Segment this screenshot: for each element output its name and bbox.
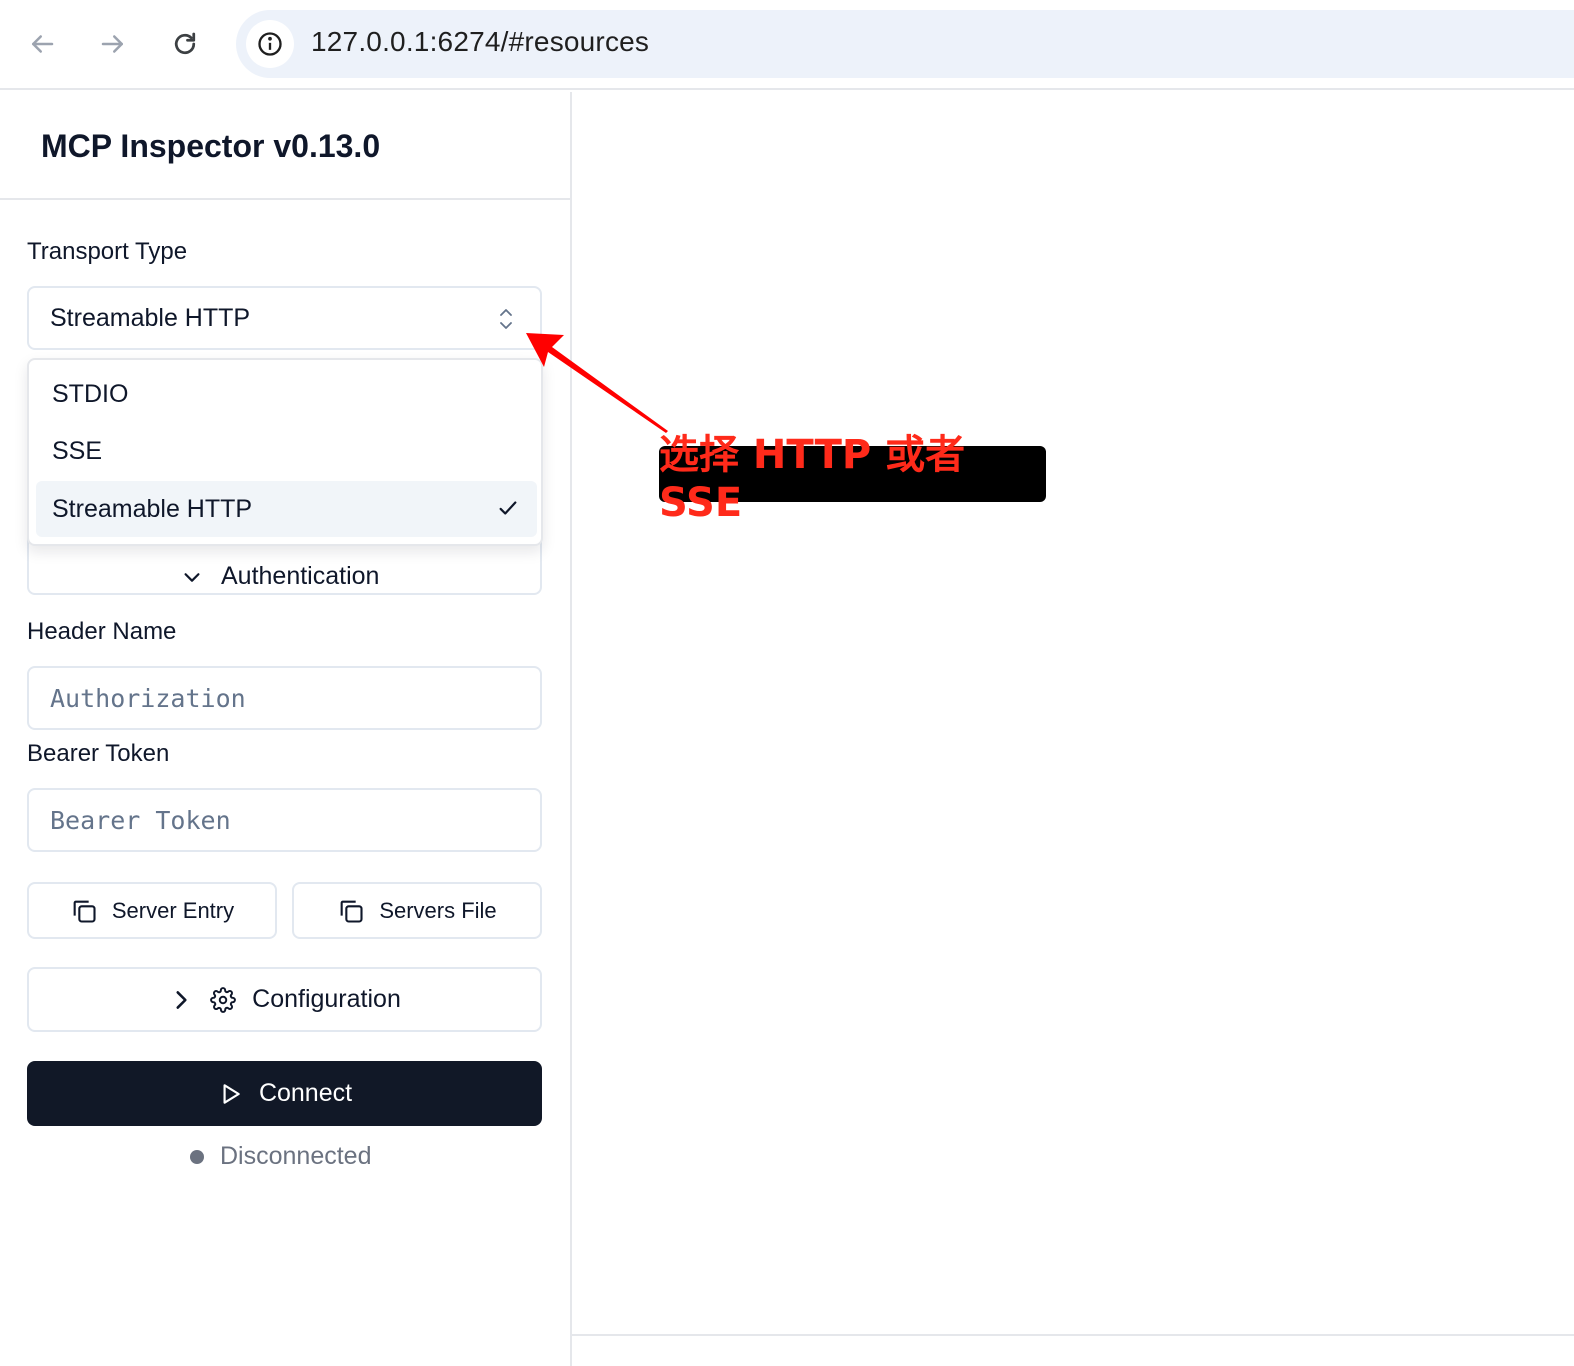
transport-type-dropdown: STDIO SSE Streamable HTTP [27, 358, 543, 546]
configuration-label: Configuration [252, 985, 401, 1013]
main-pane-divider [572, 1334, 1574, 1336]
option-label: STDIO [52, 380, 129, 408]
configuration-toggle[interactable]: Configuration [27, 967, 542, 1032]
transport-type-select[interactable]: Streamable HTTP [27, 286, 542, 350]
copy-icon [73, 900, 96, 923]
server-entry-label: Server Entry [111, 897, 235, 923]
info-icon [258, 32, 282, 56]
server-entry-button[interactable]: Server Entry [27, 882, 277, 939]
copy-icon [340, 900, 363, 923]
option-label: SSE [52, 437, 103, 465]
servers-file-button[interactable]: Servers File [292, 882, 542, 939]
bearer-token-input[interactable] [29, 790, 540, 850]
app-title: MCP Inspector v0.13.0 [41, 128, 381, 164]
chevron-down-icon [184, 572, 200, 582]
reload-icon [174, 32, 196, 55]
option-streamable-http[interactable]: Streamable HTTP [36, 481, 537, 537]
transport-type-value: Streamable HTTP [50, 304, 251, 332]
url-text[interactable]: 127.0.0.1:6274/#resources [311, 26, 649, 58]
header-name-input[interactable] [29, 668, 540, 728]
connect-button[interactable]: Connect [27, 1061, 542, 1126]
header-name-field[interactable] [27, 666, 542, 730]
option-stdio[interactable]: STDIO [36, 366, 537, 422]
annotation-text: 选择 HTTP 或者 SSE [659, 432, 966, 526]
sidebar-header: MCP Inspector v0.13.0 [0, 92, 570, 200]
bearer-token-label: Bearer Token [27, 740, 170, 767]
connect-label: Connect [258, 1079, 353, 1107]
annotation-arrow [526, 333, 668, 433]
option-sse[interactable]: SSE [36, 423, 537, 479]
annotation-label: 选择 HTTP 或者 SSE [659, 432, 1046, 526]
status-text: Disconnected [220, 1142, 372, 1170]
address-bar[interactable]: 127.0.0.1:6274/#resources [236, 10, 1574, 78]
header-name-label: Header Name [27, 618, 177, 645]
gear-icon [210, 986, 236, 1013]
reload-button[interactable] [163, 22, 207, 66]
transport-type-label: Transport Type [27, 238, 188, 265]
chevrons-up-down-icon [500, 309, 512, 329]
browser-toolbar: 127.0.0.1:6274/#resources [0, 0, 1574, 90]
play-icon [223, 1083, 240, 1104]
forward-button[interactable] [91, 22, 135, 66]
authentication-label: Authentication [221, 562, 380, 590]
arrow-right-icon [101, 35, 123, 53]
option-label: Streamable HTTP [52, 495, 253, 523]
arrow-left-icon [32, 35, 54, 53]
check-icon [499, 501, 517, 515]
bearer-token-field[interactable] [27, 788, 542, 852]
connection-status: Disconnected [190, 1142, 371, 1171]
sidebar: MCP Inspector v0.13.0 Transport Type Str… [0, 92, 572, 1366]
status-dot [190, 1149, 204, 1164]
chevron-right-icon [176, 990, 187, 1009]
back-button[interactable] [20, 22, 64, 66]
servers-file-label: Servers File [379, 897, 497, 923]
site-info-button[interactable] [246, 20, 294, 68]
